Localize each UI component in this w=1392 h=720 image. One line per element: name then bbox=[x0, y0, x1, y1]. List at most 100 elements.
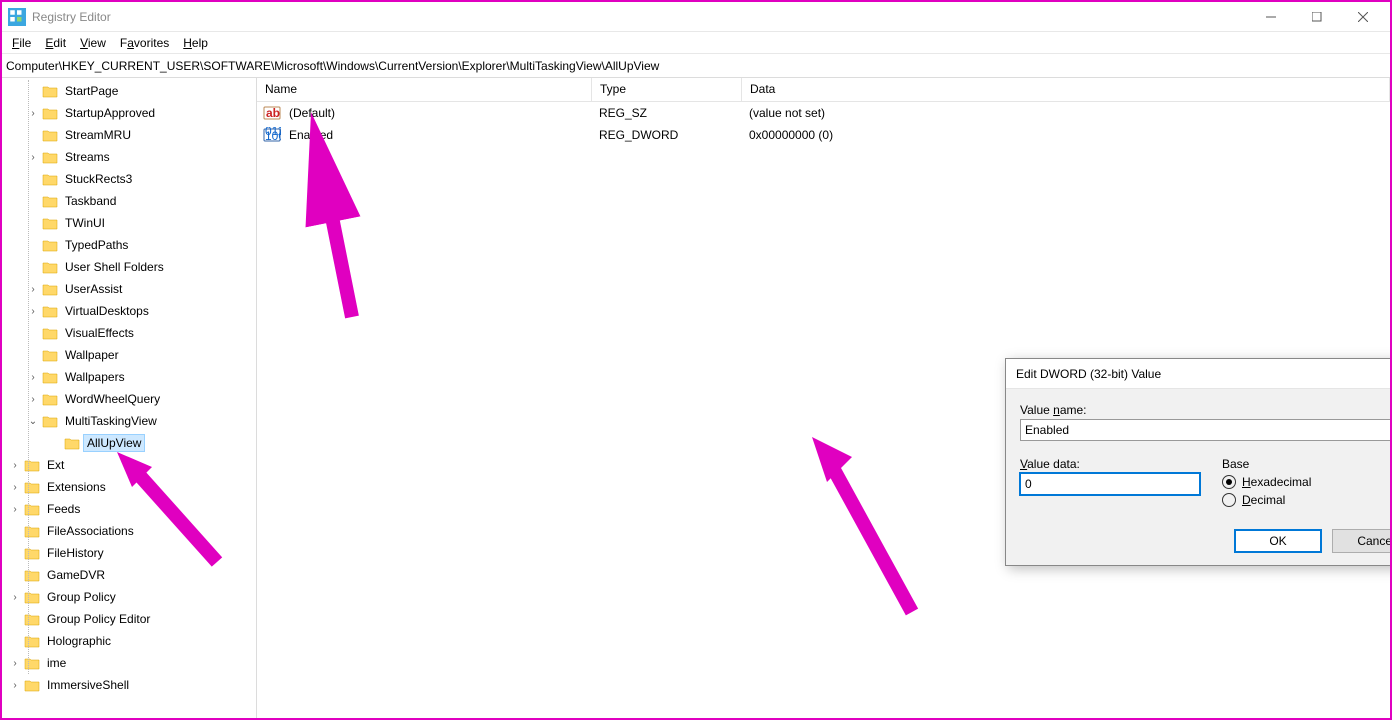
cancel-button[interactable]: Cancel bbox=[1332, 529, 1390, 553]
tree-item[interactable]: ›ime bbox=[4, 652, 256, 674]
expand-icon[interactable]: › bbox=[26, 284, 40, 295]
minimize-button[interactable] bbox=[1248, 2, 1294, 32]
svg-text:ab: ab bbox=[266, 106, 280, 120]
close-button[interactable] bbox=[1340, 2, 1386, 32]
value-row[interactable]: ab(Default)REG_SZ(value not set) bbox=[257, 102, 1390, 124]
tree-item-label: Wallpapers bbox=[62, 369, 128, 385]
tree-item-label: Holographic bbox=[44, 633, 114, 649]
menu-view[interactable]: View bbox=[74, 34, 112, 52]
folder-icon bbox=[24, 612, 40, 626]
value-data: 0x00000000 (0) bbox=[741, 127, 841, 143]
value-type-icon: 01101001 bbox=[263, 127, 281, 143]
tree-item[interactable]: StartPage bbox=[4, 80, 256, 102]
menu-file[interactable]: File bbox=[6, 34, 37, 52]
tree-item[interactable]: ›Streams bbox=[4, 146, 256, 168]
tree-item[interactable]: VisualEffects bbox=[4, 322, 256, 344]
tree-item[interactable]: FileAssociations bbox=[4, 520, 256, 542]
tree-item[interactable]: › UserAssist bbox=[4, 278, 256, 300]
tree-item[interactable]: › ImmersiveShell bbox=[4, 674, 256, 696]
expand-icon[interactable]: › bbox=[26, 108, 40, 119]
tree-item[interactable]: AllUpView bbox=[4, 432, 256, 454]
tree-item[interactable]: StuckRects3 bbox=[4, 168, 256, 190]
value-data: (value not set) bbox=[741, 105, 833, 121]
expand-icon[interactable]: › bbox=[8, 482, 22, 493]
tree-item[interactable]: Taskband bbox=[4, 190, 256, 212]
expand-icon[interactable]: › bbox=[8, 504, 22, 515]
svg-text:1001: 1001 bbox=[265, 129, 281, 143]
address-path: Computer\HKEY_CURRENT_USER\SOFTWARE\Micr… bbox=[6, 59, 659, 73]
dialog-titlebar[interactable]: Edit DWORD (32-bit) Value bbox=[1006, 359, 1390, 389]
value-type-icon: ab bbox=[263, 105, 281, 121]
tree-item-label: VirtualDesktops bbox=[62, 303, 152, 319]
expand-icon[interactable]: ⌄ bbox=[26, 416, 40, 427]
folder-icon bbox=[24, 502, 40, 516]
folder-icon bbox=[42, 414, 58, 428]
tree-item[interactable]: StreamMRU bbox=[4, 124, 256, 146]
col-name[interactable]: Name bbox=[257, 78, 592, 101]
window-title: Registry Editor bbox=[32, 10, 111, 24]
folder-icon bbox=[42, 106, 58, 120]
tree-item[interactable]: ⌄MultiTaskingView bbox=[4, 410, 256, 432]
tree-item[interactable]: ›Feeds bbox=[4, 498, 256, 520]
folder-icon bbox=[42, 150, 58, 164]
radio-decimal[interactable]: Decimal bbox=[1222, 493, 1311, 507]
tree-item[interactable]: › StartupApproved bbox=[4, 102, 256, 124]
value-name-label: Value name: bbox=[1020, 403, 1390, 417]
folder-icon bbox=[42, 128, 58, 142]
expand-icon[interactable]: › bbox=[26, 372, 40, 383]
expand-icon[interactable]: › bbox=[8, 460, 22, 471]
value-name: (Default) bbox=[281, 105, 591, 121]
col-data[interactable]: Data bbox=[742, 78, 1390, 101]
folder-icon bbox=[24, 524, 40, 538]
folder-icon bbox=[42, 326, 58, 340]
expand-icon[interactable]: › bbox=[26, 152, 40, 163]
tree-item[interactable]: TypedPaths bbox=[4, 234, 256, 256]
tree-item-label: WordWheelQuery bbox=[62, 391, 163, 407]
value-row[interactable]: 01101001EnabledREG_DWORD0x00000000 (0) bbox=[257, 124, 1390, 146]
folder-icon bbox=[24, 458, 40, 472]
radio-hexadecimal[interactable]: Hexadecimal bbox=[1222, 475, 1311, 489]
value-data-input[interactable] bbox=[1020, 473, 1200, 495]
tree-item[interactable]: Holographic bbox=[4, 630, 256, 652]
tree-item-label: ImmersiveShell bbox=[44, 677, 132, 693]
tree-item[interactable]: GameDVR bbox=[4, 564, 256, 586]
tree-item[interactable]: ›Group Policy bbox=[4, 586, 256, 608]
tree-item[interactable]: Group Policy Editor bbox=[4, 608, 256, 630]
ok-button[interactable]: OK bbox=[1234, 529, 1322, 553]
tree-item[interactable]: Wallpaper bbox=[4, 344, 256, 366]
tree-scroll[interactable]: StartPage › StartupApproved StreamMRU›Strea… bbox=[2, 78, 256, 718]
value-name-input[interactable] bbox=[1020, 419, 1390, 441]
tree-item[interactable]: ›Extensions bbox=[4, 476, 256, 498]
folder-icon bbox=[42, 370, 58, 384]
folder-icon bbox=[24, 656, 40, 670]
tree-item[interactable]: User Shell Folders bbox=[4, 256, 256, 278]
folder-icon bbox=[42, 238, 58, 252]
menubar: File Edit View Favorites Help bbox=[2, 32, 1390, 54]
menu-favorites[interactable]: Favorites bbox=[114, 34, 175, 52]
tree-item-label: StartupApproved bbox=[62, 105, 158, 121]
tree-item[interactable]: TWinUI bbox=[4, 212, 256, 234]
expand-icon[interactable]: › bbox=[8, 680, 22, 691]
expand-icon[interactable]: › bbox=[8, 592, 22, 603]
expand-icon[interactable]: › bbox=[26, 306, 40, 317]
address-bar[interactable]: Computer\HKEY_CURRENT_USER\SOFTWARE\Micr… bbox=[2, 54, 1390, 78]
tree-item[interactable]: › WordWheelQuery bbox=[4, 388, 256, 410]
radio-icon bbox=[1222, 493, 1236, 507]
tree-item-label: User Shell Folders bbox=[62, 259, 167, 275]
maximize-button[interactable] bbox=[1294, 2, 1340, 32]
tree-item[interactable]: › Wallpapers bbox=[4, 366, 256, 388]
folder-icon bbox=[24, 568, 40, 582]
menu-edit[interactable]: Edit bbox=[39, 34, 72, 52]
tree-item[interactable]: FileHistory bbox=[4, 542, 256, 564]
folder-icon bbox=[42, 172, 58, 186]
tree-item[interactable]: › VirtualDesktops bbox=[4, 300, 256, 322]
tree-item-label: UserAssist bbox=[62, 281, 125, 297]
expand-icon[interactable]: › bbox=[26, 394, 40, 405]
tree-item-label: FileAssociations bbox=[44, 523, 137, 539]
col-type[interactable]: Type bbox=[592, 78, 742, 101]
folder-icon bbox=[42, 282, 58, 296]
tree-item[interactable]: ›Ext bbox=[4, 454, 256, 476]
menu-help[interactable]: Help bbox=[177, 34, 214, 52]
expand-icon[interactable]: › bbox=[8, 658, 22, 669]
tree-item-label: VisualEffects bbox=[62, 325, 137, 341]
